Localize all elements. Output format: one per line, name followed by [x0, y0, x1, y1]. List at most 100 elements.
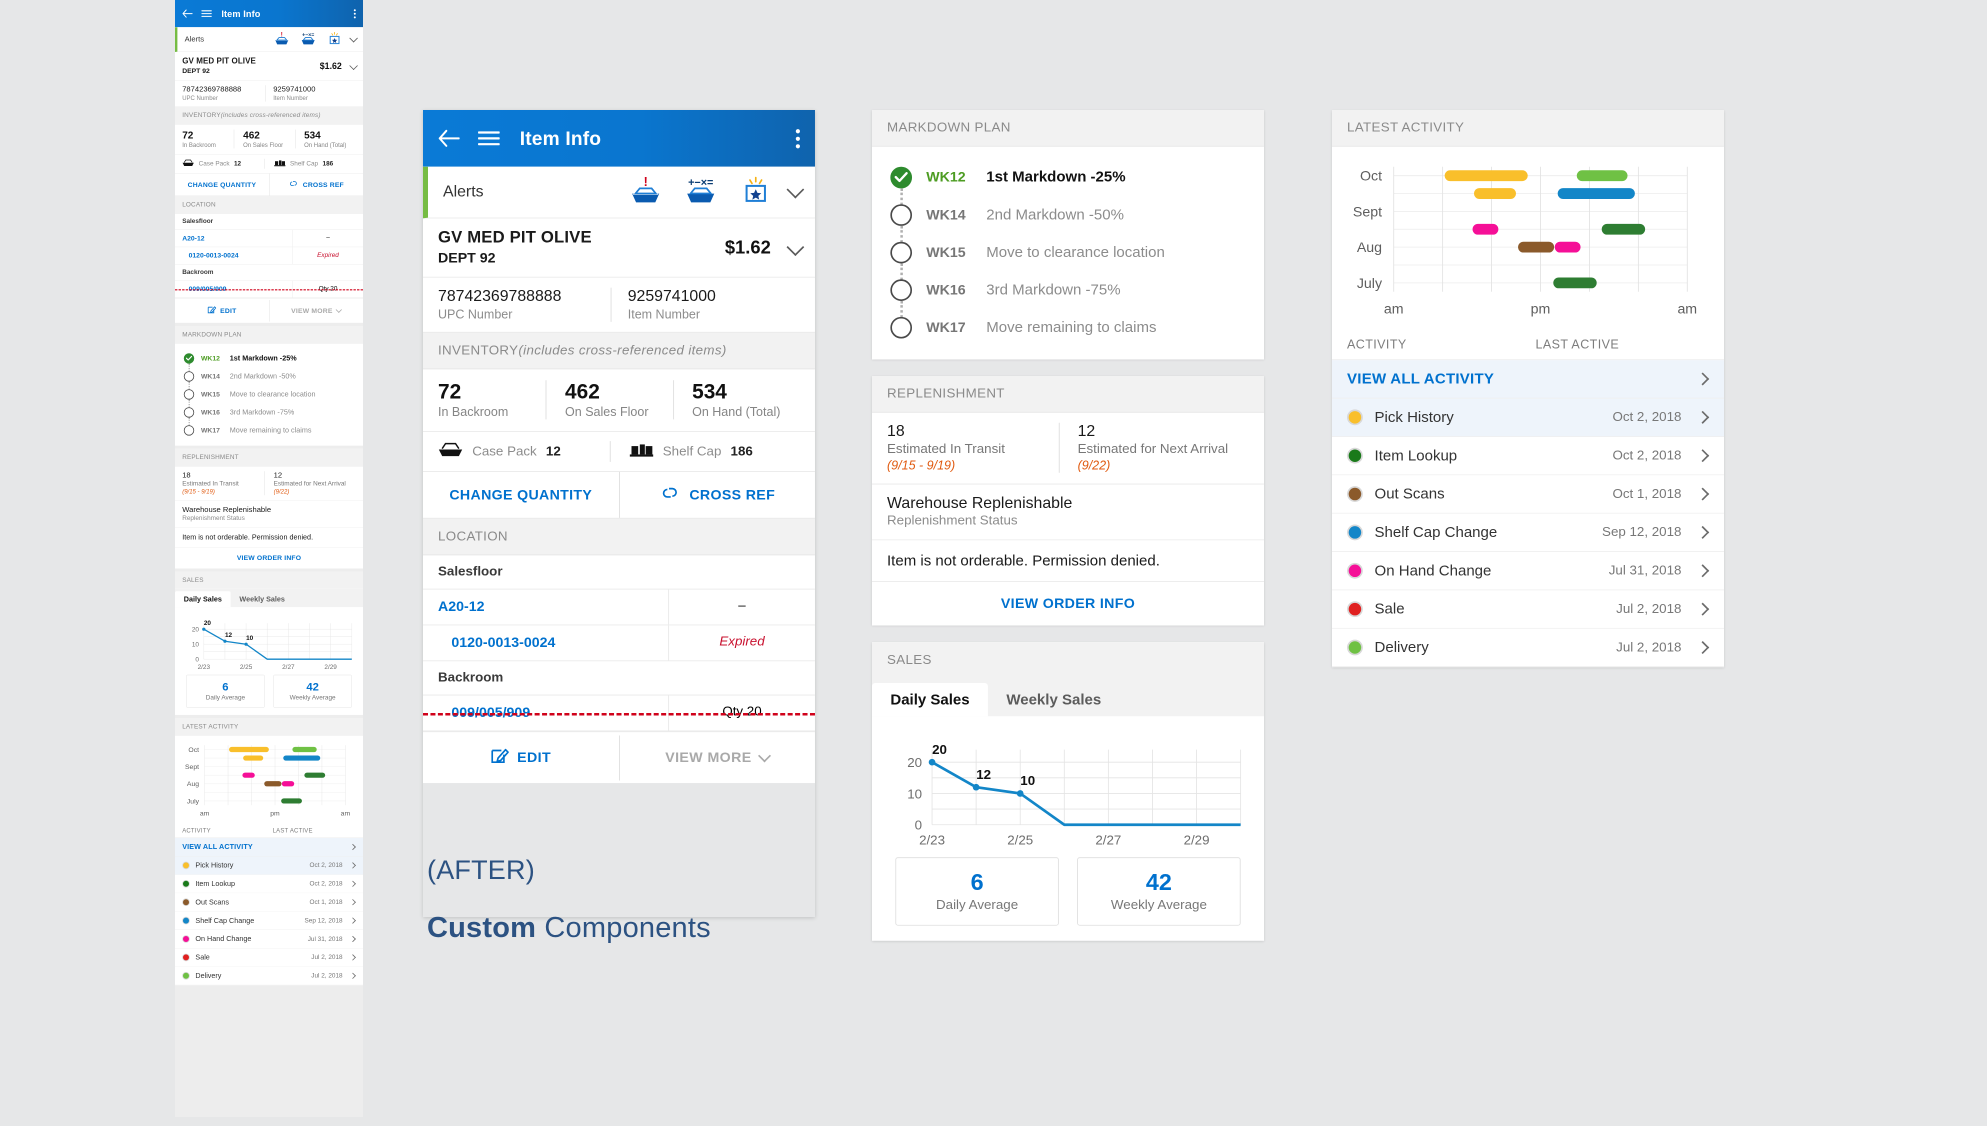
chevron-down-icon[interactable]: [786, 180, 805, 199]
check-circle-icon: [183, 353, 195, 364]
tab-daily-sales[interactable]: Daily Sales: [872, 682, 988, 717]
view-more-button[interactable]: VIEW MORE: [268, 299, 363, 322]
inventory-header-note: (includes cross-referenced items): [518, 343, 727, 358]
tab-weekly-sales[interactable]: Weekly Sales: [988, 683, 1120, 716]
edit-button[interactable]: EDIT: [423, 732, 619, 783]
activity-row[interactable]: On Hand Change Jul 31, 2018: [1332, 552, 1724, 591]
check-circle-icon: [890, 166, 913, 188]
item-title-row[interactable]: GV MED PIT OLIVE DEPT 92 $1.62: [423, 218, 815, 278]
markdown-step[interactable]: WK16 3rd Markdown -75%: [872, 271, 1264, 333]
activity-row[interactable]: Item Lookup Oct 2, 2018: [175, 874, 363, 894]
inventory-actions: CHANGE QUANTITY CROSS REF: [175, 173, 363, 196]
view-order-info-button[interactable]: VIEW ORDER INFO: [872, 582, 1264, 626]
location-code[interactable]: A20-12: [438, 599, 485, 615]
item-price: $1.62: [724, 236, 771, 258]
markdown-step[interactable]: WK12 1st Markdown -25%: [872, 158, 1264, 221]
change-quantity-button[interactable]: CHANGE QUANTITY: [423, 473, 619, 516]
tab-daily-sales[interactable]: Daily Sales: [175, 591, 231, 608]
view-all-activity-row[interactable]: VIEW ALL ACTIVITY: [175, 838, 363, 857]
activity-row[interactable]: Pick History Oct 2, 2018: [175, 856, 363, 875]
markdown-step[interactable]: WK16 3rd Markdown -75%: [175, 403, 363, 433]
pack-row: Case Pack 12 Shelf Cap 186: [423, 431, 815, 472]
cross-ref-button[interactable]: CROSS REF: [268, 173, 363, 196]
location-row[interactable]: 0120-0013-0024 Expired: [175, 247, 363, 265]
replenishment-label: Estimated for Next Arrival: [1077, 441, 1229, 457]
replenishment-value: 18: [887, 422, 905, 441]
markdown-step-list: WK12 1st Markdown -25% WK14 2nd Markdown -5…: [872, 146, 1264, 360]
tray-math-icon[interactable]: +−×=: [299, 31, 318, 47]
location-code[interactable]: A20-12: [182, 234, 204, 242]
tray-math-icon[interactable]: +−×=: [681, 175, 721, 209]
tab-weekly-sales[interactable]: Weekly Sales: [231, 591, 294, 607]
chevron-down-icon[interactable]: [349, 61, 358, 70]
star-badge-icon[interactable]: [327, 31, 343, 47]
svg-text:0: 0: [195, 657, 199, 664]
markdown-step[interactable]: WK15 Move to clearance location: [872, 233, 1264, 296]
activity-date: Oct 2, 2018: [1612, 409, 1682, 425]
activity-column-label: ACTIVITY: [182, 827, 211, 834]
svg-text:pm: pm: [1531, 301, 1551, 317]
chevron-down-icon[interactable]: [349, 33, 358, 43]
inventory-actions: CHANGE QUANTITY CROSS REF: [423, 471, 815, 519]
markdown-step[interactable]: WK12 1st Markdown -25%: [175, 349, 363, 379]
change-quantity-button[interactable]: CHANGE QUANTITY: [175, 174, 269, 195]
alerts-row[interactable]: Alerts ! +−×=: [423, 166, 815, 219]
chevron-right-icon: [349, 880, 356, 887]
back-arrow-icon[interactable]: [182, 9, 196, 18]
latest-activity-section-header: LATEST ACTIVITY: [175, 718, 363, 736]
activity-row[interactable]: Shelf Cap Change Sep 12, 2018: [1332, 513, 1724, 553]
item-title-row[interactable]: GV MED PIT OLIVE DEPT 92 $1.62: [175, 52, 363, 81]
hamburger-icon[interactable]: [201, 10, 215, 17]
hamburger-icon[interactable]: [478, 131, 506, 146]
activity-row[interactable]: Sale Jul 2, 2018: [175, 948, 363, 967]
svg-text:July: July: [187, 798, 200, 805]
tray-alert-icon[interactable]: !: [629, 175, 662, 209]
inventory-value: 534: [304, 129, 321, 141]
activity-color-dot: [1347, 447, 1363, 464]
kebab-menu-icon[interactable]: [795, 128, 800, 148]
activity-row[interactable]: Shelf Cap Change Sep 12, 2018: [175, 911, 363, 930]
view-all-activity-row[interactable]: VIEW ALL ACTIVITY: [1332, 360, 1724, 399]
markdown-step[interactable]: WK17 Move remaining to claims: [872, 308, 1264, 346]
activity-row[interactable]: Delivery Jul 2, 2018: [1332, 628, 1724, 668]
empty-circle-icon: [183, 407, 195, 418]
markdown-week: WK12: [926, 168, 966, 185]
location-row[interactable]: 009/005/909 Qty 20: [423, 695, 815, 732]
activity-row[interactable]: Out Scans Oct 1, 2018: [1332, 475, 1724, 514]
location-code[interactable]: 0120-0013-0024: [451, 635, 555, 651]
svg-text:Aug: Aug: [1357, 240, 1382, 256]
activity-row[interactable]: Item Lookup Oct 2, 2018: [1332, 436, 1724, 476]
activity-name: On Hand Change: [195, 934, 252, 943]
daily-average-box: 6 Daily Average: [895, 857, 1059, 926]
inventory-counts-row: 72 In Backroom 462 On Sales Floor 534 On Hand…: [175, 124, 363, 155]
markdown-step[interactable]: WK17 Move remaining to claims: [175, 421, 363, 439]
location-row[interactable]: A20-12 –: [175, 230, 363, 248]
activity-row[interactable]: Out Scans Oct 1, 2018: [175, 893, 363, 912]
cross-ref-button[interactable]: CROSS REF: [618, 471, 815, 518]
view-all-activity-label: VIEW ALL ACTIVITY: [182, 842, 253, 851]
location-row[interactable]: 0120-0013-0024 Expired: [423, 625, 815, 662]
markdown-step[interactable]: WK14 2nd Markdown -50%: [175, 367, 363, 397]
location-code[interactable]: 0120-0013-0024: [189, 252, 239, 260]
markdown-step[interactable]: WK15 Move to clearance location: [175, 385, 363, 415]
view-more-button[interactable]: VIEW MORE: [618, 735, 815, 781]
edit-button[interactable]: EDIT: [175, 298, 269, 322]
chevron-down-icon[interactable]: [786, 237, 805, 256]
activity-row[interactable]: On Hand Change Jul 31, 2018: [175, 930, 363, 949]
alerts-row[interactable]: Alerts ! +−×=: [175, 27, 363, 52]
activity-name: Out Scans: [195, 898, 230, 906]
activity-name: Sale: [1374, 600, 1405, 618]
back-arrow-icon[interactable]: [438, 129, 466, 147]
star-badge-icon[interactable]: [739, 175, 772, 209]
markdown-step[interactable]: WK14 2nd Markdown -50%: [872, 196, 1264, 258]
empty-circle-icon: [183, 389, 195, 400]
activity-row[interactable]: Sale Jul 2, 2018: [1332, 590, 1724, 629]
kebab-menu-icon[interactable]: [353, 9, 356, 19]
view-order-info-button[interactable]: VIEW ORDER INFO: [175, 547, 363, 569]
location-row[interactable]: 009/005/909 Qty 20: [175, 280, 363, 298]
tray-alert-icon[interactable]: !: [274, 31, 290, 47]
location-row[interactable]: A20-12 –: [423, 589, 815, 626]
activity-row[interactable]: Pick History Oct 2, 2018: [1332, 398, 1724, 437]
activity-row[interactable]: Delivery Jul 2, 2018: [175, 966, 363, 986]
markdown-week: WK15: [926, 243, 966, 260]
